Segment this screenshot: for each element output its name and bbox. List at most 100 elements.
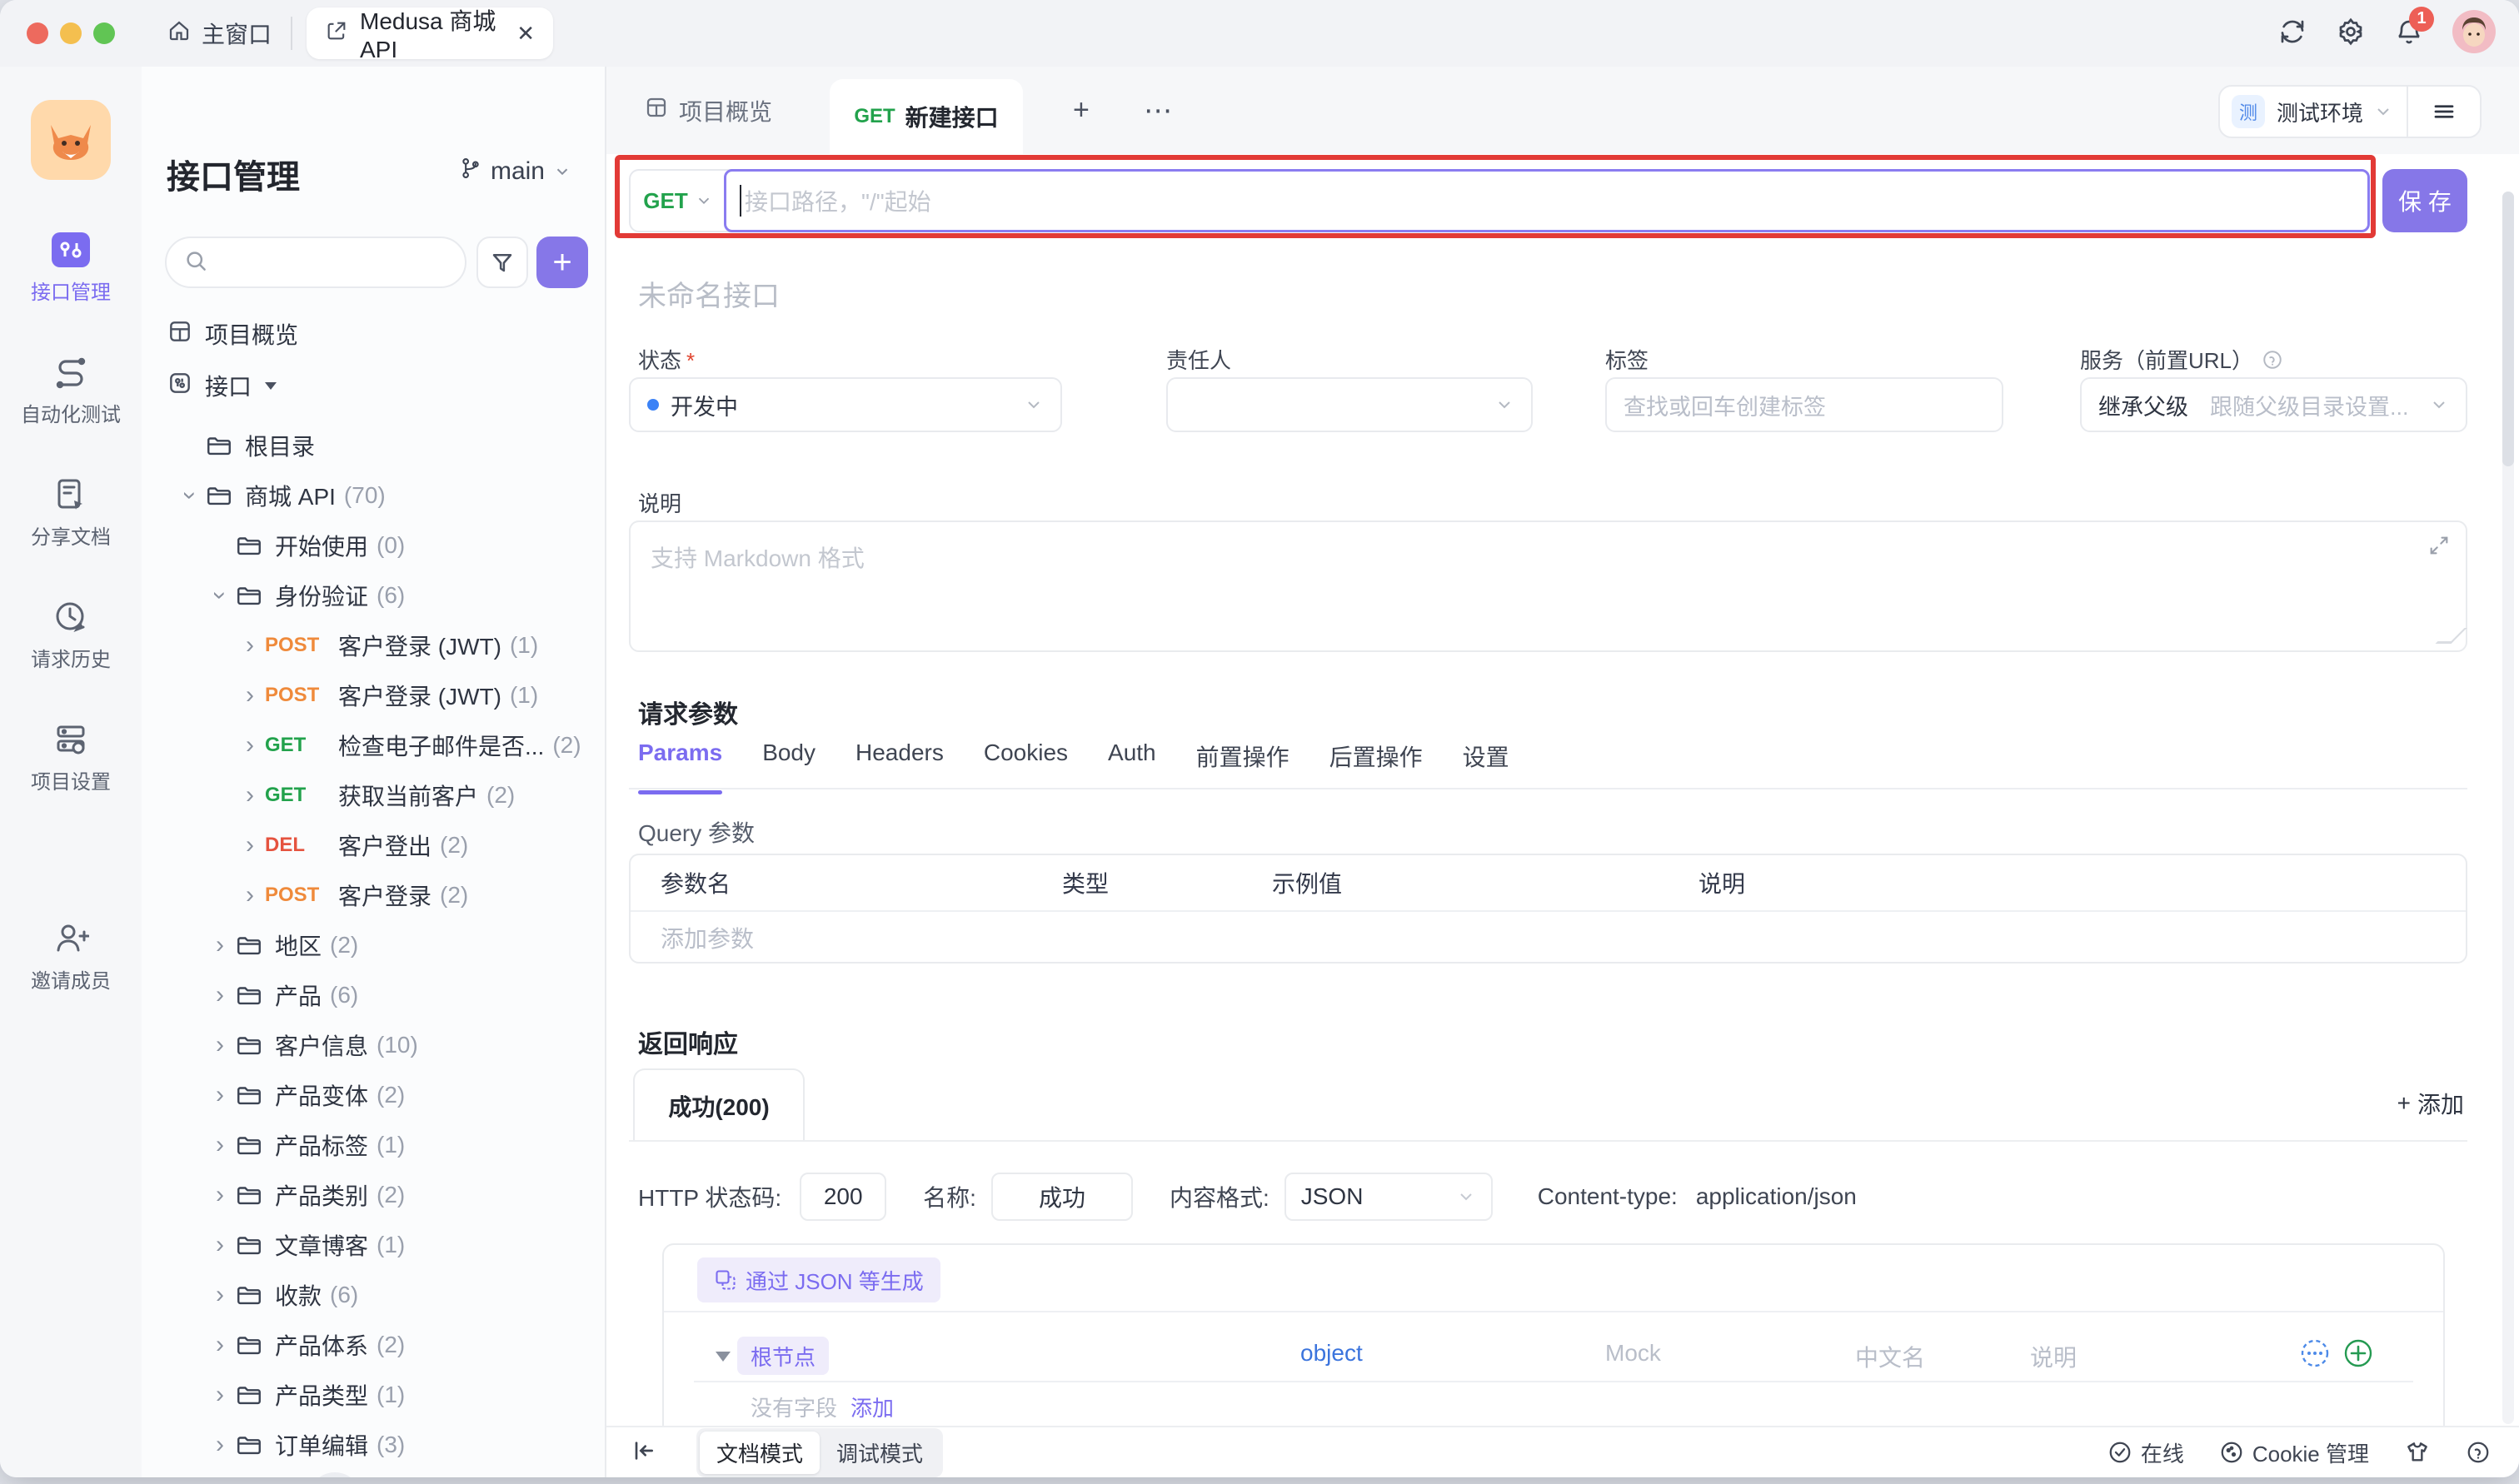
tree-row[interactable]: 退货 (1) [142,1470,605,1477]
rail-item-api-management[interactable]: 接口管理 [31,232,111,305]
chevron-icon[interactable] [205,983,235,1008]
branch-selector[interactable]: main [459,157,571,187]
sidebar-item-apis[interactable]: 接口 [142,360,605,411]
request-tab[interactable]: 设置 [1463,740,1509,794]
sync-icon[interactable] [2277,17,2307,51]
method-select[interactable]: GET [631,171,726,231]
request-tab[interactable]: 前置操作 [1196,740,1289,794]
tree-row[interactable]: 根目录 [142,421,605,471]
response-name-input[interactable]: 成功 [991,1173,1133,1221]
chevron-icon[interactable] [235,733,265,758]
tree-row[interactable]: POST 客户登录 (JWT) (1) [142,670,605,720]
user-avatar[interactable] [2452,10,2496,57]
mock-placeholder[interactable]: Mock [1605,1340,1661,1367]
collapse-sidebar-icon[interactable] [630,1437,656,1468]
tree-row[interactable]: 产品 (6) [142,970,605,1020]
rail-item-share-docs[interactable]: 分享文档 [31,476,111,550]
save-button[interactable]: 保 存 [2382,169,2467,232]
chevron-icon[interactable] [205,933,235,958]
service-select[interactable]: 继承父级 跟随父级目录设置... [2080,377,2467,432]
chevron-icon[interactable] [207,580,232,610]
scrollbar-thumb[interactable] [2502,192,2514,466]
rail-item-invite-members[interactable]: 邀请成员 [31,919,111,993]
project-window-tab[interactable]: Medusa 商城 API ✕ [307,7,553,59]
tree-row[interactable]: 产品体系 (2) [142,1320,605,1370]
tree-row[interactable]: GET 获取当前客户 (2) [142,770,605,820]
tree-row[interactable]: POST 客户登录 (2) [142,870,605,920]
filter-button[interactable] [476,237,528,288]
tree-row[interactable]: 产品变体 (2) [142,1070,605,1120]
expand-icon[interactable] [2427,534,2451,561]
debug-mode-button[interactable]: 调试模式 [820,1432,940,1474]
request-tab[interactable]: Auth [1108,740,1156,794]
add-field-icon[interactable] [2342,1337,2375,1374]
tree-row[interactable]: POST 客户登录 (JWT) (1) [142,620,605,670]
tab-project-overview[interactable]: 项目概览 [644,67,772,154]
chevron-icon[interactable] [235,783,265,808]
rail-item-request-history[interactable]: 请求历史 [31,598,111,672]
tree-row[interactable]: GET 检查电子邮件是否... (2) [142,720,605,770]
chevron-icon[interactable] [177,481,202,510]
chevron-icon[interactable] [205,1382,235,1407]
help-icon[interactable] [2466,1440,2491,1465]
tree-row[interactable]: 订单编辑 (3) [142,1420,605,1470]
add-response-button[interactable]: + 添加 [2397,1087,2464,1120]
chevron-icon[interactable] [205,1083,235,1108]
search-input[interactable] [165,237,466,288]
chevron-icon[interactable] [235,633,265,658]
status-select[interactable]: 开发中 [629,377,1062,432]
add-field-link[interactable]: 添加 [850,1392,894,1422]
chevron-icon[interactable] [205,1133,235,1158]
theme-skin-icon[interactable] [2404,1439,2431,1466]
description-textarea[interactable]: 支持 Markdown 格式 [629,520,2467,652]
chevron-icon[interactable] [205,1432,235,1457]
request-tab[interactable]: Body [762,740,816,794]
http-status-input[interactable]: 200 [800,1173,886,1221]
rail-item-project-settings[interactable]: 项目设置 [31,720,111,794]
project-logo[interactable] [31,100,111,184]
tree-row[interactable]: 产品标签 (1) [142,1120,605,1170]
tree-row[interactable]: 商城 API (70) [142,471,605,520]
home-tab[interactable]: 主窗口 [167,12,272,55]
endpoint-name-input[interactable]: 未命名接口 [638,273,780,314]
tab-more-button[interactable]: ⋯ [1144,67,1172,154]
schema-root-row[interactable]: 根节点 object Mock 中文名 说明 [664,1328,2443,1383]
owner-select[interactable] [1166,377,1533,432]
traffic-close-button[interactable] [27,22,48,44]
chevron-icon[interactable] [235,683,265,708]
sidebar-item-project-overview[interactable]: 项目概览 [142,308,605,360]
request-tab[interactable]: Cookies [984,740,1068,794]
tree-row[interactable]: 开始使用 (0) [142,520,605,570]
collapse-triangle-icon[interactable] [716,1352,731,1362]
chevron-icon[interactable] [205,1183,235,1208]
tab-new-endpoint[interactable]: GET 新建接口 [830,79,1023,154]
notifications-bell[interactable]: 1 [2394,17,2424,51]
scrollbar-track[interactable] [2502,192,2514,1424]
resize-handle[interactable] [2436,628,2467,644]
tree-row[interactable]: 客户信息 (10) [142,1020,605,1070]
cn-name-placeholder[interactable]: 中文名 [1855,1340,1925,1373]
desc-placeholder[interactable]: 说明 [2030,1340,2077,1373]
tree-row[interactable]: 产品类型 (1) [142,1370,605,1420]
request-tab[interactable]: Params [638,740,722,794]
add-param-row[interactable]: 添加参数 [631,912,2466,964]
environment-selector[interactable]: 测 测试环境 [2218,85,2482,138]
request-tab[interactable]: Headers [855,740,944,794]
cookie-manager[interactable]: Cookie 管理 [2219,1437,2369,1468]
generate-from-json-button[interactable]: 通过 JSON 等生成 [697,1257,940,1302]
tree-row[interactable]: 身份验证 (6) [142,570,605,620]
chevron-icon[interactable] [235,883,265,908]
environment-menu-button[interactable] [2408,99,2480,124]
doc-mode-button[interactable]: 文档模式 [700,1432,820,1474]
tree-row[interactable]: 地区 (2) [142,920,605,970]
root-node-chip[interactable]: 根节点 [737,1337,829,1375]
tree-row[interactable]: 收款 (6) [142,1270,605,1320]
online-status[interactable]: 在线 [2107,1437,2184,1468]
new-tab-button[interactable]: + [1073,67,1090,154]
chevron-icon[interactable] [205,1033,235,1058]
chevron-icon[interactable] [235,833,265,858]
chevron-icon[interactable] [205,1233,235,1257]
traffic-zoom-button[interactable] [93,22,115,44]
tag-input[interactable]: 查找或回车创建标签 [1605,377,2003,432]
traffic-minimize-button[interactable] [60,22,82,44]
